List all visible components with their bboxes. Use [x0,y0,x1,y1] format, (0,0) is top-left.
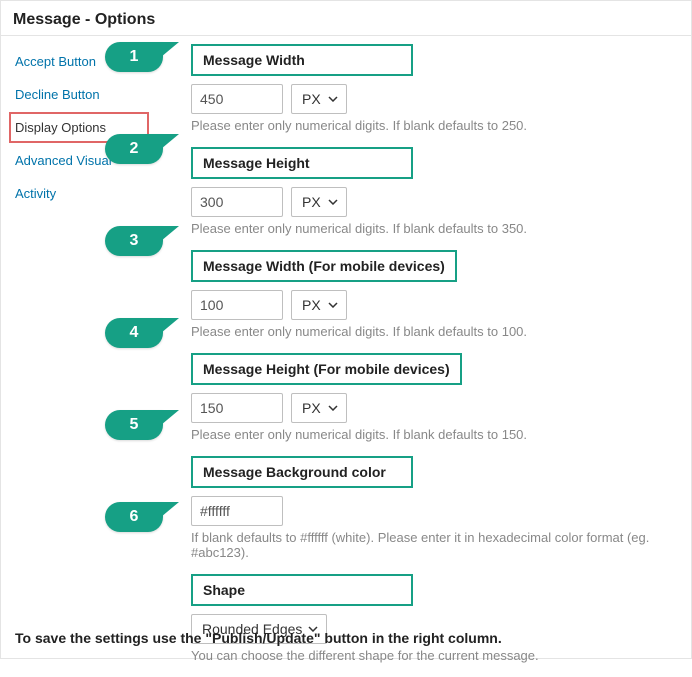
input-message-height-mobile[interactable] [191,393,283,423]
field-message-height: Message Height PX Please enter only nume… [161,147,687,236]
select-height-unit-value: PX [302,194,321,210]
field-message-width-mobile: Message Width (For mobile devices) PX Pl… [161,250,687,339]
select-width-mobile-unit-value: PX [302,297,321,313]
input-message-width-mobile[interactable] [191,290,283,320]
input-message-width[interactable] [191,84,283,114]
callout-5: 5 [105,410,163,440]
page-title: Message - Options [1,1,691,36]
chevron-down-icon [328,403,338,413]
select-width-mobile-unit[interactable]: PX [291,290,347,320]
input-bg-color[interactable] [191,496,283,526]
nav-activity[interactable]: Activity [9,178,149,209]
label-message-width: Message Width [191,44,413,76]
sidebar: Accept Button Decline Button Display Opt… [1,36,157,677]
callout-1: 1 [105,42,163,72]
field-message-width: Message Width PX Please enter only numer… [161,44,687,133]
select-width-unit-value: PX [302,91,321,107]
chevron-down-icon [328,197,338,207]
hint-message-width-mobile: Please enter only numerical digits. If b… [191,324,687,339]
chevron-down-icon [328,300,338,310]
input-message-height[interactable] [191,187,283,217]
label-message-height: Message Height [191,147,413,179]
select-height-unit[interactable]: PX [291,187,347,217]
callout-4: 4 [105,318,163,348]
select-width-unit[interactable]: PX [291,84,347,114]
callout-6: 6 [105,502,163,532]
hint-message-width: Please enter only numerical digits. If b… [191,118,687,133]
field-shape: Shape Rounded Edges You can choose the d… [161,574,687,663]
field-message-height-mobile: Message Height (For mobile devices) PX P… [161,353,687,442]
hint-message-height-mobile: Please enter only numerical digits. If b… [191,427,687,442]
content-layout: Accept Button Decline Button Display Opt… [1,36,691,677]
label-message-height-mobile: Message Height (For mobile devices) [191,353,462,385]
nav-decline-button[interactable]: Decline Button [9,79,149,110]
callout-2: 2 [105,134,163,164]
select-height-mobile-unit-value: PX [302,400,321,416]
callout-3: 3 [105,226,163,256]
select-height-mobile-unit[interactable]: PX [291,393,347,423]
hint-message-height: Please enter only numerical digits. If b… [191,221,687,236]
label-bg-color: Message Background color [191,456,413,488]
footer-note: To save the settings use the "Publish/Up… [15,630,502,646]
main-panel: 1 2 3 4 5 6 Message Width PX Please ente… [157,36,691,677]
label-message-width-mobile: Message Width (For mobile devices) [191,250,457,282]
label-shape: Shape [191,574,413,606]
field-bg-color: Message Background color If blank defaul… [161,456,687,560]
chevron-down-icon [328,94,338,104]
hint-shape: You can choose the different shape for t… [191,648,687,663]
hint-bg-color: If blank defaults to #ffffff (white). Pl… [191,530,687,560]
